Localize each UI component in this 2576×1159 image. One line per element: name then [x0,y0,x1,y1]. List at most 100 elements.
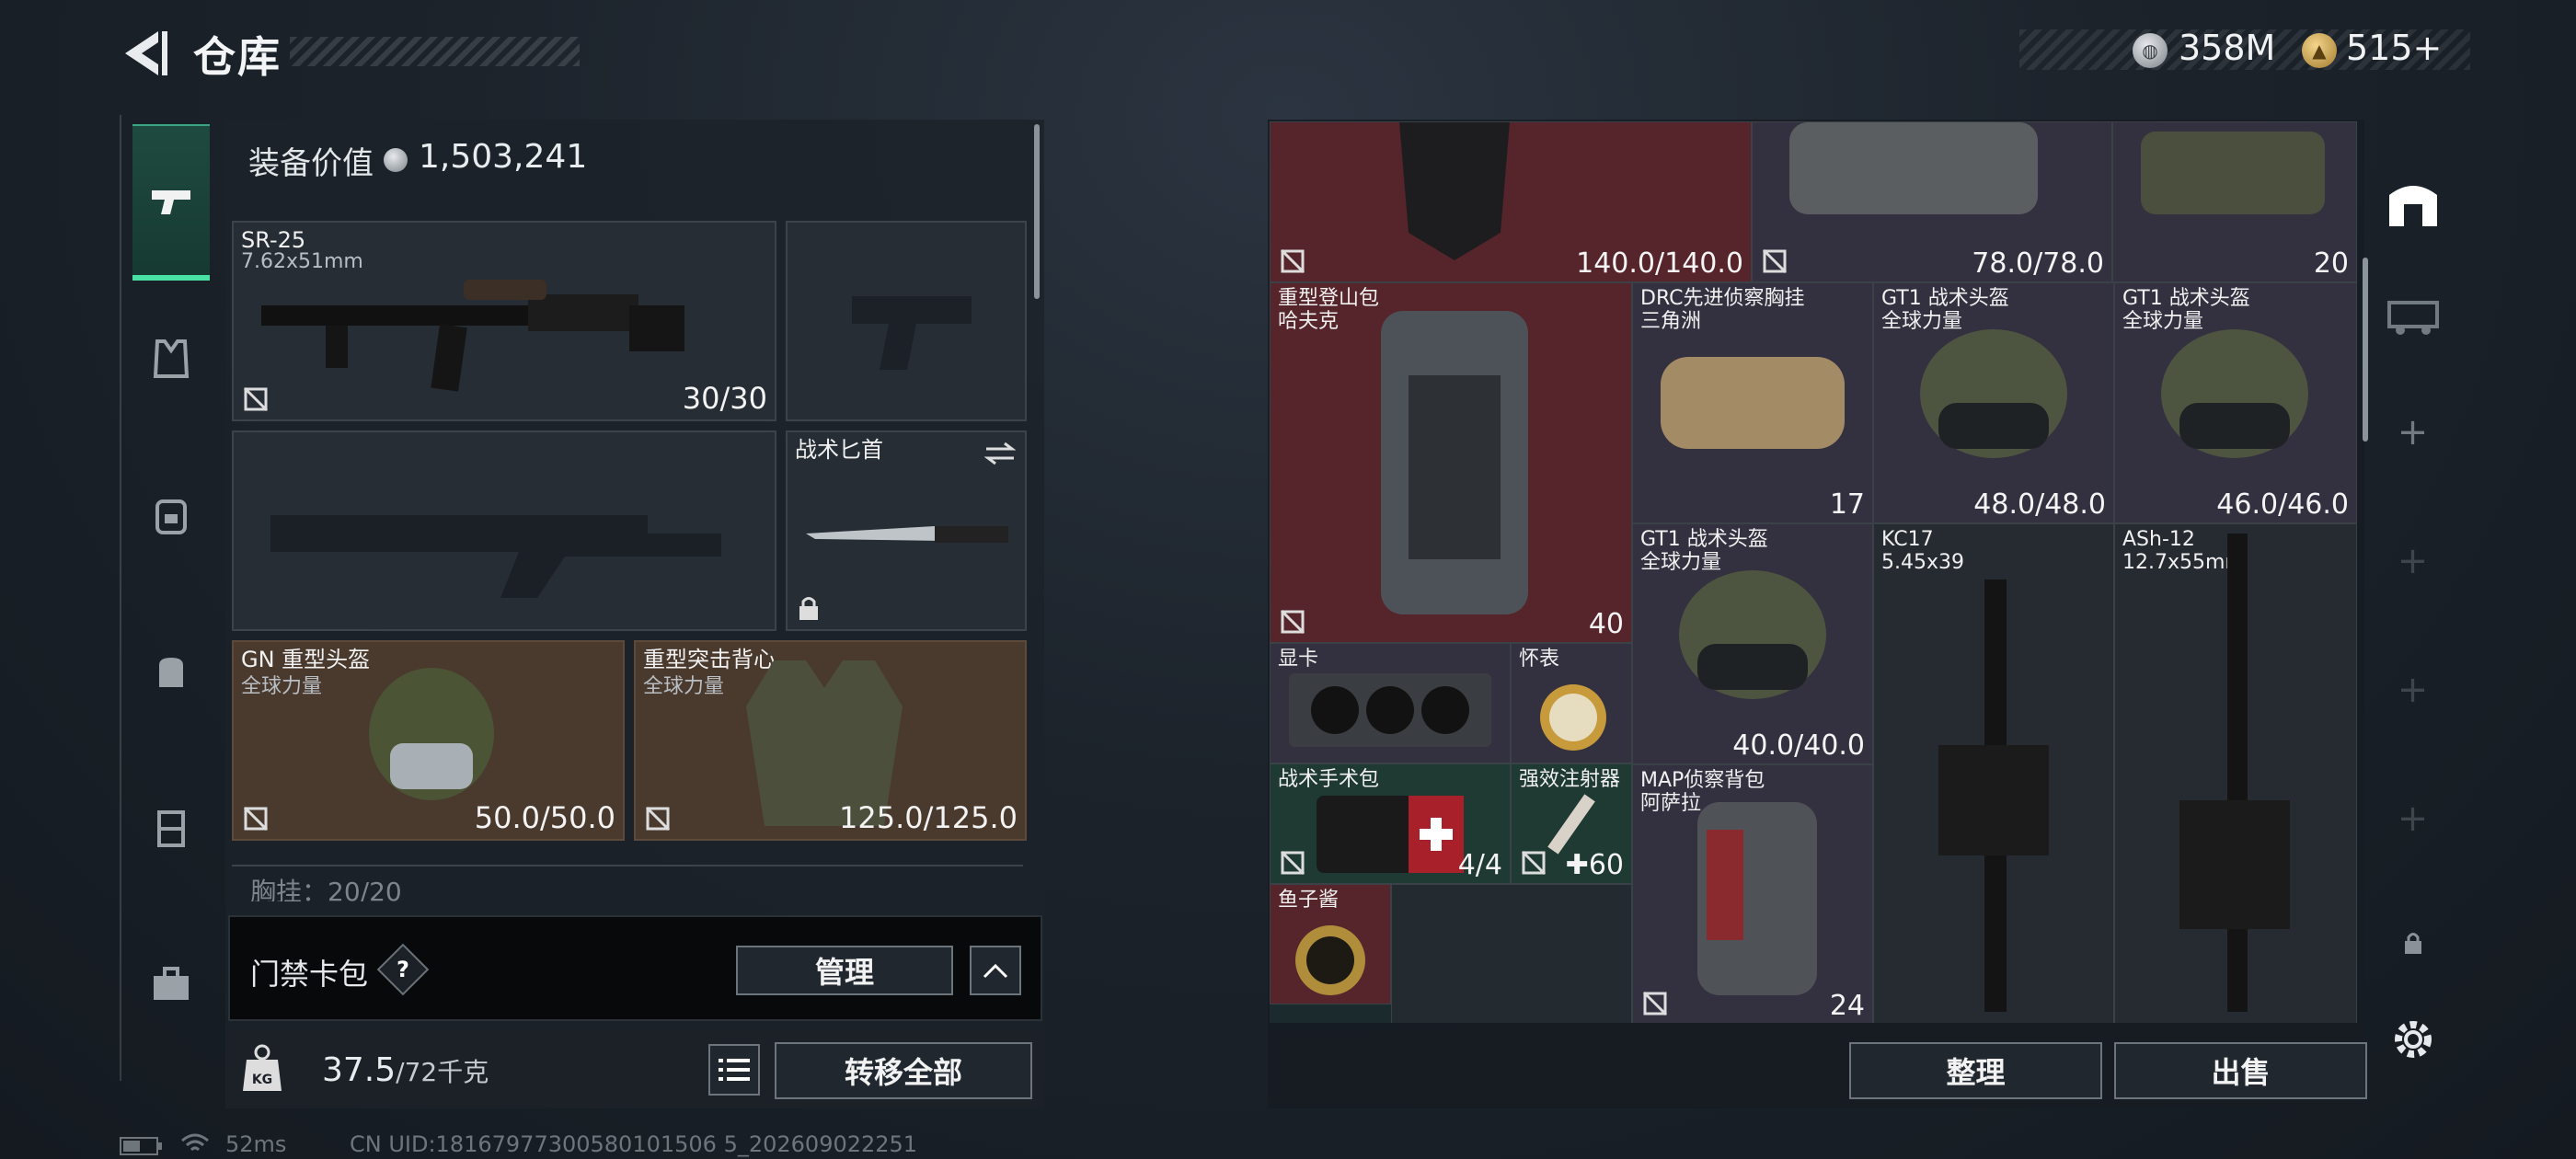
stash-item[interactable]: GT1 战术头盔 全球力量 40.0/40.0 [1632,523,1873,764]
battery-icon [120,1137,162,1155]
list-view-button[interactable] [708,1044,760,1096]
lock-icon [799,597,818,620]
item-image [2141,132,2325,214]
stash-page-main[interactable] [2369,152,2456,253]
stash-item[interactable]: 强效注射器 ✚60 [1511,763,1632,884]
helmet-name: GN 重型头盔 [241,647,371,672]
swap-icon[interactable] [984,442,1016,465]
primary-weapon-slot[interactable]: SR-25 7.62x51mm 30/30 [232,221,776,421]
locked-page[interactable] [2369,915,2456,970]
item-name: GT1 战术头盔 [2122,287,2250,310]
item-name: 重型登山包 [1278,287,1380,310]
gold-currency[interactable]: 515+ [2346,28,2442,68]
sort-button[interactable]: 整理 [1849,1042,2102,1099]
stash-item[interactable]: 140.0/140.0 [1270,121,1752,282]
gear-icon [2394,1021,2432,1058]
stash-item[interactable]: KC17 5.45x39 [1873,523,2114,1023]
tab-case[interactable] [132,750,210,906]
manage-button[interactable]: 管理 [736,946,953,995]
item-durability: 48.0/48.0 [1973,488,2106,521]
lock-icon [2404,933,2421,954]
stash-item[interactable]: 显卡 [1270,643,1511,763]
back-icon[interactable] [118,28,173,79]
transfer-all-button[interactable]: 转移全部 [775,1042,1032,1099]
equipment-value: 1,503,241 [419,138,588,176]
rifle-image [261,280,684,392]
warehouse-icon [2388,186,2437,226]
tab-armor[interactable] [132,281,210,437]
case-icon [157,810,185,847]
armor-slot[interactable]: 重型突击背心 全球力量 125.0/125.0 [634,640,1027,841]
item-image [2179,534,2290,1012]
stash-item[interactable]: 鱼子酱 [1270,884,1391,1004]
stash-item[interactable]: 20 [2112,121,2357,282]
title-decoration [290,37,580,66]
value-coin-icon [384,148,408,172]
item-image [1399,122,1510,260]
settings-button[interactable] [2369,1007,2456,1072]
bag-icon [159,658,183,687]
stash-page-2[interactable] [2369,262,2456,363]
weight-icon: KG [243,1044,282,1091]
tab-backpack[interactable] [132,437,210,593]
tab-bag[interactable] [132,593,210,750]
item-caliber: 5.45x39 [1881,551,1964,574]
category-rail [120,115,217,1081]
melee-name: 战术匕首 [795,437,883,463]
plus-icon: ✚ [1565,849,1589,881]
toolbox-icon [154,967,189,1000]
item-capacity: 20 [2313,247,2349,280]
vehicle-icon [2386,301,2439,335]
stash-item[interactable]: ASh-12 12.7x55mm [2114,523,2357,1023]
item-name: 怀表 [1519,648,1560,671]
stash-item[interactable]: 战术手术包 4/4 [1270,763,1511,884]
scrollbar[interactable] [1034,124,1040,299]
empty-cell[interactable] [1391,884,1632,1023]
item-uses: 4/4 [1457,849,1502,881]
item-capacity: 17 [1829,488,1865,521]
stash-scrollbar[interactable] [2363,258,2368,442]
sell-button[interactable]: 出售 [2114,1042,2367,1099]
stash-item[interactable]: 78.0/78.0 [1752,121,2112,282]
silver-currency[interactable]: 358M [2179,28,2275,68]
item-name: 战术手术包 [1278,768,1380,791]
stash-item[interactable]: 怀表 [1511,643,1632,763]
stash-item[interactable]: GT1 战术头盔 全球力量 46.0/46.0 [2114,282,2357,523]
weight-max: /72千克 [396,1057,489,1087]
item-uses: ✚60 [1565,849,1624,881]
add-page-icon[interactable]: + [2369,648,2456,731]
stash-item[interactable]: DRC先进侦察胸挂 三角洲 17 [1632,282,1873,523]
secondary-weapon-slot-empty[interactable] [232,430,776,631]
weapon-ammo: 30/30 [682,381,767,416]
item-image [1789,122,2038,214]
collapse-button[interactable] [970,946,1021,995]
item-capacity: 40 [1588,608,1624,640]
helmet-slot[interactable]: GN 重型头盔 全球力量 50.0/50.0 [232,640,625,841]
item-name: 鱼子酱 [1278,889,1340,912]
melee-slot[interactable]: 战术匕首 [786,430,1027,631]
stash-item[interactable]: 重型登山包 哈夫克 40 [1270,282,1632,643]
item-name: GT1 战术头盔 [1881,287,2009,310]
item-durability: 78.0/78.0 [1972,247,2104,280]
tab-weapons[interactable] [132,124,210,281]
weight-current: 37.5 [322,1051,397,1089]
item-name: GT1 战术头盔 [1640,528,1768,551]
item-image [1295,925,1365,995]
list-icon [719,1059,750,1081]
stash-item[interactable]: GT1 战术头盔 全球力量 48.0/48.0 [1873,282,2114,523]
armor-durability: 125.0/125.0 [839,800,1018,835]
item-name: 强效注射器 [1519,768,1621,791]
tab-toolbox[interactable] [132,906,210,1062]
stash-item[interactable]: MAP侦察背包 阿萨拉 24 [1632,764,1873,1023]
pistol-slot-empty[interactable] [786,221,1027,421]
item-image [1661,357,1845,449]
add-page-icon[interactable]: + [2369,520,2456,602]
page-title: 仓库 [193,32,282,82]
add-page-icon[interactable]: + [2369,391,2456,474]
add-page-icon[interactable]: + [2369,777,2456,860]
knife-image [806,526,1008,543]
svg-text:KG: KG [252,1073,272,1087]
chest-rig-row[interactable]: 胸挂：20/20 [232,865,1023,901]
item-durability: 46.0/46.0 [2216,488,2349,521]
no-insurance-icon [243,806,269,832]
